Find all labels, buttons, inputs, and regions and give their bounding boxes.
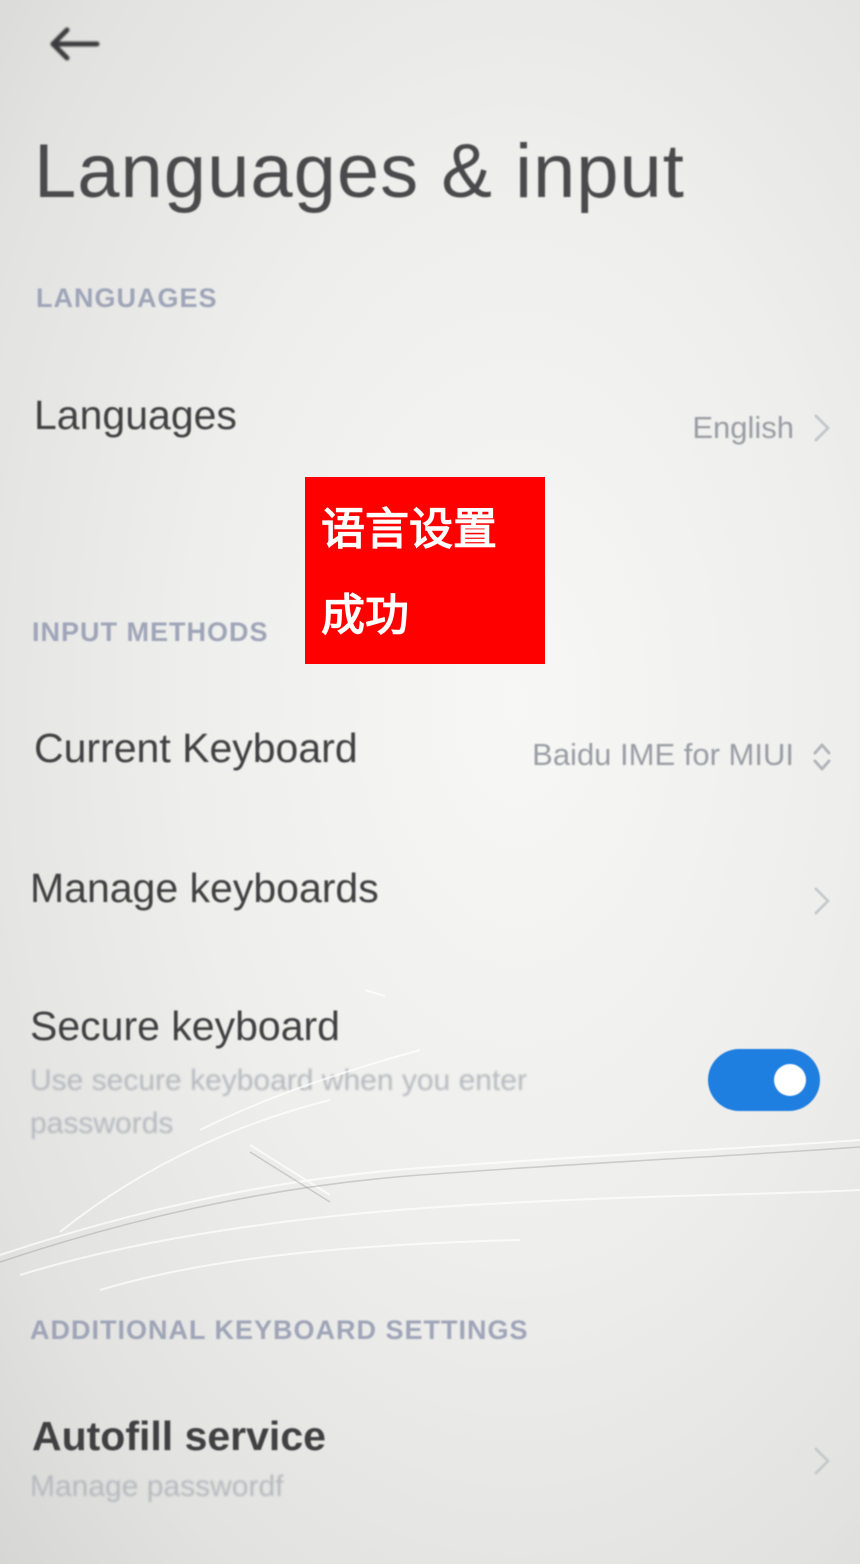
- languages-row-value: English: [692, 410, 794, 445]
- current-keyboard-row[interactable]: Current Keyboard Baidu IME for MIUI: [0, 705, 860, 815]
- page-title: Languages & input: [34, 129, 685, 214]
- current-keyboard-value: Baidu IME for MIUI: [532, 737, 794, 772]
- secure-keyboard-toggle[interactable]: [708, 1049, 820, 1111]
- secure-keyboard-subtitle: Use secure keyboard when you enter passw…: [30, 1064, 527, 1140]
- manage-keyboards-row[interactable]: Manage keyboards: [0, 845, 860, 955]
- updown-chevron-icon: [813, 743, 831, 771]
- back-arrow-icon: [50, 27, 100, 61]
- back-button[interactable]: [38, 14, 108, 70]
- success-overlay-caption: 语言设置成功: [305, 477, 545, 664]
- toggle-knob: [774, 1064, 806, 1096]
- secure-keyboard-title: Secure keyboard: [30, 1003, 340, 1049]
- languages-row[interactable]: Languages English: [0, 370, 860, 490]
- autofill-service-row[interactable]: Autofill service Manage passwordf: [0, 1395, 860, 1525]
- chevron-right-icon: [814, 887, 830, 915]
- section-header-languages: LANGUAGES: [36, 283, 218, 313]
- current-keyboard-title: Current Keyboard: [34, 725, 358, 771]
- autofill-service-subtitle: Manage passwordf: [30, 1470, 284, 1503]
- chevron-right-icon: [814, 414, 830, 442]
- section-header-input-methods: INPUT METHODS: [32, 617, 269, 647]
- autofill-service-title: Autofill service: [32, 1413, 326, 1459]
- section-header-additional-keyboard-settings: ADDITIONAL KEYBOARD SETTINGS: [30, 1315, 529, 1345]
- manage-keyboards-title: Manage keyboards: [30, 865, 379, 911]
- chevron-right-icon: [814, 1447, 830, 1475]
- settings-screen: Languages & input LANGUAGES Languages En…: [0, 0, 860, 1564]
- languages-row-title: Languages: [34, 392, 237, 438]
